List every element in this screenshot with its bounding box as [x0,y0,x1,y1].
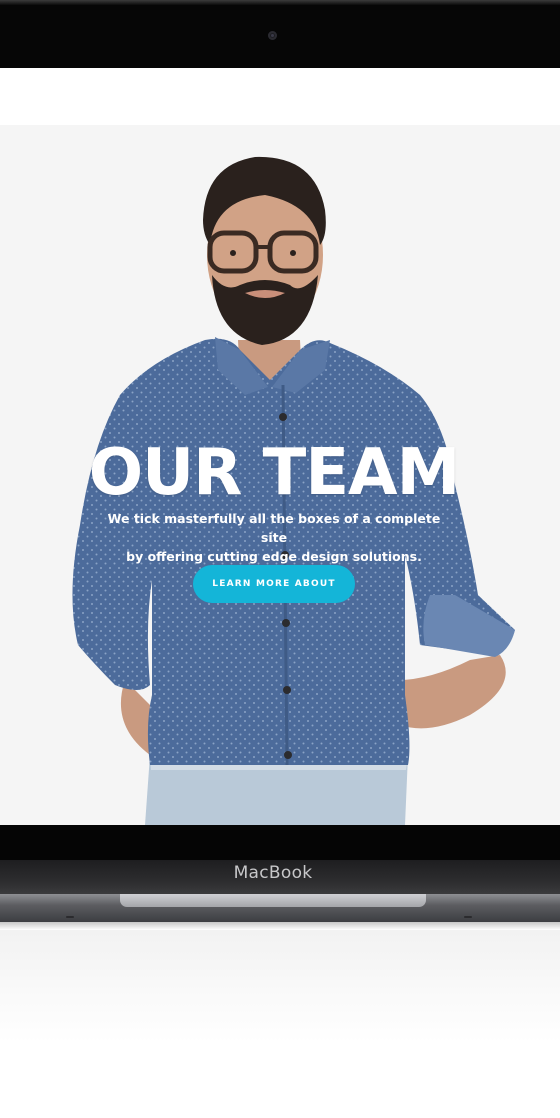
site-header-strip [0,68,560,125]
rubber-foot-left [66,916,74,918]
learn-more-button[interactable]: LEARN MORE ABOUT [193,565,355,603]
lid-opening-notch [120,894,426,907]
hero-subtitle-line1: We tick masterfully all the boxes of a c… [107,511,441,545]
webcam-icon [268,31,277,40]
hero-subtitle-line2: by offering cutting edge design solution… [126,549,422,564]
laptop-screen: OUR TEAM We tick masterfully all the box… [0,68,560,825]
hero-subtitle: We tick masterfully all the boxes of a c… [100,509,448,566]
laptop-shadow [0,922,560,930]
device-brand-label: MacBook [233,863,313,883]
surface-background [0,930,560,1118]
laptop-top-bezel [0,0,560,68]
hero-title: OUR TEAM [88,436,461,510]
rubber-foot-right [464,916,472,918]
laptop-bottom-bezel [0,825,560,860]
hero-section: OUR TEAM We tick masterfully all the box… [0,125,560,825]
lid-edge [0,0,560,5]
